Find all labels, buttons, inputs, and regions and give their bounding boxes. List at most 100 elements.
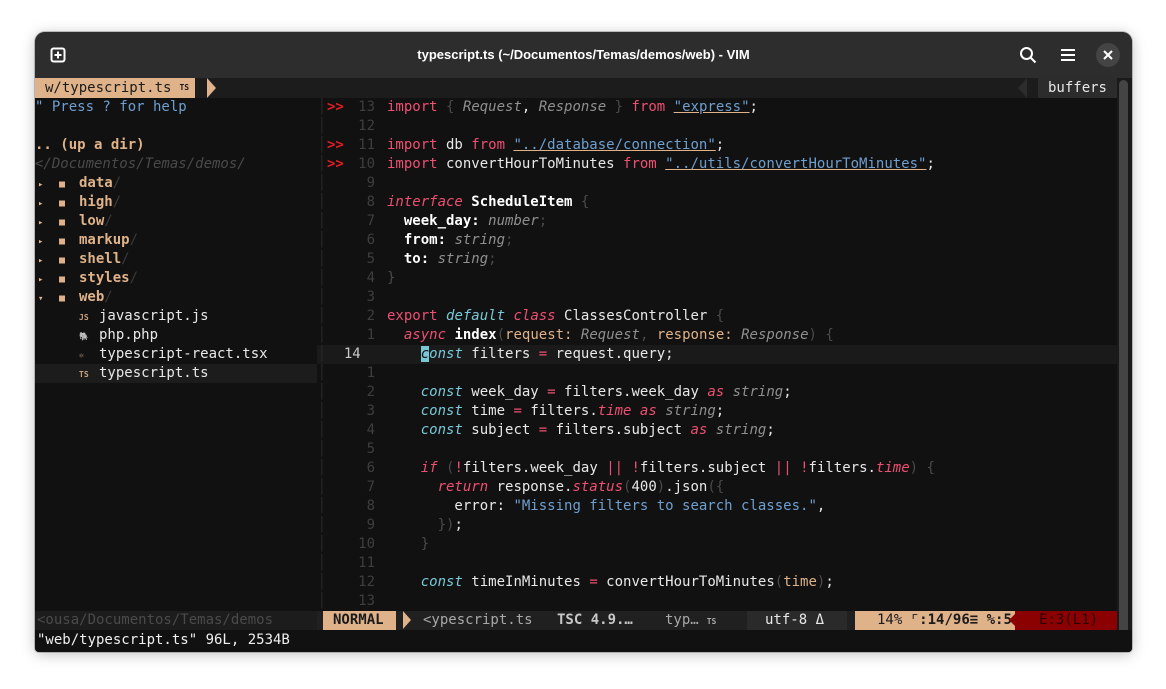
split-separator: │ (317, 384, 327, 400)
code-text: to: string; (403, 251, 497, 267)
code-line[interactable]: │ 9 }); (317, 516, 1117, 535)
code-text: week_day: number; (403, 213, 548, 229)
split-separator: │ (317, 308, 327, 324)
tree-file[interactable]: JS javascript.js (35, 307, 317, 326)
code-text: import db from "../database/connection"; (387, 137, 725, 153)
line-number: 12 (358, 118, 375, 134)
line-number: 12 (358, 574, 375, 590)
split-separator: │ (317, 460, 327, 476)
code-text: } (387, 270, 396, 286)
dir-slash: / (129, 232, 139, 248)
code-line[interactable]: │ 1 (317, 364, 1117, 383)
line-number: 4 (366, 422, 375, 438)
code-line[interactable]: │ 2 export default class ClassesController… (317, 307, 1117, 326)
typescript-icon: TS (706, 617, 717, 626)
code-line[interactable]: │ 11 (317, 554, 1117, 573)
code-line[interactable]: │>> 11 import db from "../database/connect… (317, 136, 1117, 155)
tree-dir-styles[interactable]: ▸ ■ styles/ (35, 269, 317, 288)
close-button[interactable] (1096, 43, 1120, 67)
folder-icon: ■ (59, 255, 66, 266)
tree-up-dir[interactable]: .. (up a dir) (35, 136, 317, 155)
window-title: typescript.ts (~/Documentos/Temas/demos/… (417, 47, 750, 62)
code-line[interactable]: │ 10 } (317, 535, 1117, 554)
file-name: php.php (99, 327, 159, 343)
code-line[interactable]: │ 14 const filters = request.query; (317, 345, 1117, 364)
code-text: import convertHourToMinutes from "../uti… (387, 156, 935, 172)
code-line[interactable]: │ 4 const subject = filters.subject as st… (317, 421, 1117, 440)
tree-file[interactable]: TS typescript.ts (35, 364, 317, 383)
dir-name: low (79, 213, 105, 229)
code-line[interactable]: │>> 10 import convertHourToMinutes from ".… (317, 155, 1117, 174)
code-line[interactable]: │ 3 const time = filters.time as string; (317, 402, 1117, 421)
tab-separator (207, 78, 216, 98)
error-sign-icon: >> (327, 156, 344, 172)
error-count[interactable]: E:3(L1) (1015, 611, 1117, 630)
code-line[interactable]: │ 6 from: string; (317, 231, 1117, 250)
tree-cwd[interactable]: </Documentos/Temas/demos/ (35, 155, 317, 174)
split-separator: │ (317, 232, 327, 248)
code-line[interactable]: │ 7 return response.status(400).json({ (317, 478, 1117, 497)
hamburger-menu-icon (1061, 49, 1075, 61)
code-line[interactable]: │ 8 interface ScheduleItem { (317, 193, 1117, 212)
code-line[interactable]: │ 7 week_day: number; (317, 212, 1117, 231)
code-line[interactable]: │ 12 const timeInMinutes = convertHourToM… (317, 573, 1117, 592)
percent: 14% (877, 612, 903, 628)
tree-dir-shell[interactable]: ▸ ■ shell/ (35, 250, 317, 269)
code-text: const filters = request.query; (420, 346, 674, 362)
statusline-filename: <ypescript.ts (423, 612, 533, 628)
scrollbar[interactable] (1119, 80, 1128, 645)
error-sign-icon: >> (327, 137, 344, 153)
split-separator: │ (317, 498, 327, 514)
code-text: }); (437, 517, 463, 533)
split-separator: │ (317, 536, 327, 552)
tsc-version: TSC 4.9.… (557, 612, 633, 628)
code-line[interactable]: │ 3 (317, 288, 1117, 307)
tree-dir-data[interactable]: ▸ ■ data/ (35, 174, 317, 193)
code-text: async index(request: Request, response: … (403, 327, 834, 343)
code-line[interactable]: │ 12 (317, 117, 1117, 136)
split-separator: │ (317, 441, 327, 457)
search-button[interactable] (1015, 42, 1041, 68)
code-line[interactable]: │ 5 (317, 440, 1117, 459)
code-text: const time = filters.time as string; (420, 403, 725, 419)
line-number: 9 (366, 517, 375, 533)
code-line[interactable]: │ 6 if (!filters.week_day || !filters.sub… (317, 459, 1117, 478)
buffers-label[interactable]: buffers (1037, 78, 1117, 98)
code-line[interactable]: │ 1 async index(request: Request, respons… (317, 326, 1117, 345)
split-separator: │ (317, 194, 327, 210)
code-text: const week_day = filters.week_day as str… (420, 384, 792, 400)
tree-file[interactable]: 🐘 php.php (35, 326, 317, 345)
line-number: 11 (358, 137, 375, 153)
error-sign-icon: >> (327, 99, 344, 115)
file-type-icon: 🐘 (79, 332, 89, 341)
split-separator: │ (317, 156, 327, 172)
code-line[interactable]: │>> 13 import { Request, Response } from "… (317, 98, 1117, 117)
filetype-label: typ… (665, 612, 699, 628)
code-line[interactable]: │ 13 (317, 592, 1117, 611)
command-line[interactable]: "web/typescript.ts" 96L, 2534B (35, 630, 1132, 652)
tree-dir-high[interactable]: ▸ ■ high/ (35, 193, 317, 212)
code-line[interactable]: │ 8 error: "Missing filters to search cla… (317, 497, 1117, 516)
tree-dir-markup[interactable]: ▸ ■ markup/ (35, 231, 317, 250)
editor-pane[interactable]: │>> 13 import { Request, Response } from "… (317, 98, 1117, 611)
tree-dir-web[interactable]: ▾ ■ web/ (35, 288, 317, 307)
line-number-icon: ⌜ (910, 612, 920, 628)
folder-icon: ■ (59, 179, 66, 190)
tree-file[interactable]: ⚛ typescript-react.tsx (35, 345, 317, 364)
file-name: typescript-react.tsx (99, 346, 268, 362)
split-separator: │ (317, 593, 327, 609)
code-line[interactable]: │ 2 const week_day = filters.week_day as … (317, 383, 1117, 402)
code-line[interactable]: │ 9 (317, 174, 1117, 193)
tab-typescript[interactable]: w/typescript.ts TS (35, 78, 196, 98)
code-line[interactable]: │ 4} (317, 269, 1117, 288)
tree-dir-low[interactable]: ▸ ■ low/ (35, 212, 317, 231)
text-cursor: c (420, 346, 430, 362)
code-text: const subject = filters.subject as strin… (420, 422, 775, 438)
tree-blank (35, 117, 317, 136)
dir-slash: / (104, 213, 113, 229)
menu-button[interactable] (1055, 42, 1081, 68)
line-number: 6 (366, 232, 375, 248)
code-line[interactable]: │ 5 to: string; (317, 250, 1117, 269)
line-number: 9 (366, 175, 375, 191)
split-separator: │ (317, 270, 327, 286)
